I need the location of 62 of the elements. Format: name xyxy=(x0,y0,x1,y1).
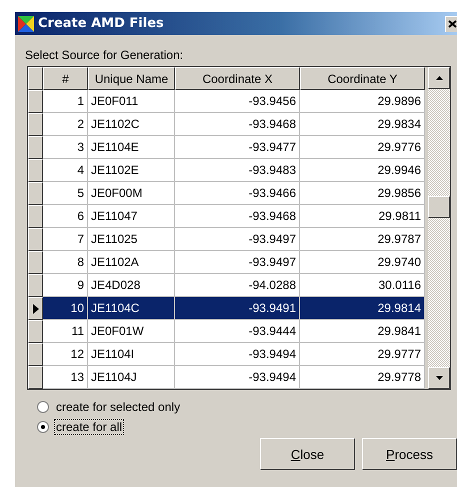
column-header[interactable]: # xyxy=(43,67,88,90)
table-cell: -93.9483 xyxy=(175,159,300,182)
column-header[interactable]: Unique Name xyxy=(88,67,175,90)
table-cell: 5 xyxy=(43,182,88,205)
table-cell: 1 xyxy=(43,90,88,113)
table-cell: 13 xyxy=(43,366,88,389)
table-cell: 29.9814 xyxy=(300,297,425,320)
table-cell: 29.9946 xyxy=(300,159,425,182)
table-cell: JE1102A xyxy=(88,251,175,274)
table-cell: 6 xyxy=(43,205,88,228)
table-cell: JE1104C xyxy=(88,297,175,320)
table-cell: 29.9811 xyxy=(300,205,425,228)
table-cell: 10 xyxy=(43,297,88,320)
table-cell: 29.9856 xyxy=(300,182,425,205)
table-cell: -93.9494 xyxy=(175,366,300,389)
source-label: Select Source for Generation: xyxy=(25,48,184,62)
table-cell: JE11047 xyxy=(88,205,175,228)
radio-label[interactable]: create for selected only xyxy=(55,400,182,414)
table-cell: 12 xyxy=(43,343,88,366)
column-header[interactable]: Coordinate Y xyxy=(300,67,425,90)
table-cell: 3 xyxy=(43,136,88,159)
table-cell: -93.9456 xyxy=(175,90,300,113)
dialog-button[interactable]: Process xyxy=(362,438,457,470)
table-cell: 4 xyxy=(43,159,88,182)
table-cell: -93.9468 xyxy=(175,113,300,136)
table-cell: JE11025 xyxy=(88,228,175,251)
table-cell: JE1102C xyxy=(88,113,175,136)
column-header[interactable]: Coordinate X xyxy=(175,67,300,90)
table-cell: -94.0288 xyxy=(175,274,300,297)
dialog-button[interactable]: Close xyxy=(260,438,355,470)
table-cell: -93.9497 xyxy=(175,251,300,274)
table-cell: 30.0116 xyxy=(300,274,425,297)
table-cell: -93.9497 xyxy=(175,228,300,251)
table-cell: -93.9491 xyxy=(175,297,300,320)
table-cell: 29.9776 xyxy=(300,136,425,159)
table-cell: 29.9740 xyxy=(300,251,425,274)
table-cell: -93.9444 xyxy=(175,320,300,343)
table-cell: -93.9468 xyxy=(175,205,300,228)
table-cell: 7 xyxy=(43,228,88,251)
table-cell: 9 xyxy=(43,274,88,297)
table-cell: JE0F011 xyxy=(88,90,175,113)
table-cell: 8 xyxy=(43,251,88,274)
table-cell: -93.9466 xyxy=(175,182,300,205)
table-cell: 2 xyxy=(43,113,88,136)
table-cell: JE4D028 xyxy=(88,274,175,297)
table-cell: 29.9787 xyxy=(300,228,425,251)
table-cell: 11 xyxy=(43,320,88,343)
table-cell: JE1104I xyxy=(88,343,175,366)
table-cell: 29.9896 xyxy=(300,90,425,113)
table-cell: 29.9841 xyxy=(300,320,425,343)
table-cell: -93.9477 xyxy=(175,136,300,159)
radio-label[interactable]: create for all xyxy=(55,420,124,434)
table-cell: JE1102E xyxy=(88,159,175,182)
table-cell: JE1104J xyxy=(88,366,175,389)
table-cell: 29.9778 xyxy=(300,366,425,389)
table-cell: JE0F01W xyxy=(88,320,175,343)
table-cell: 29.9834 xyxy=(300,113,425,136)
table-cell: -93.9494 xyxy=(175,343,300,366)
window-title: Create AMD Files xyxy=(38,16,165,31)
table-cell: 29.9777 xyxy=(300,343,425,366)
table-cell: JE0F00M xyxy=(88,182,175,205)
table-cell: JE1104E xyxy=(88,136,175,159)
